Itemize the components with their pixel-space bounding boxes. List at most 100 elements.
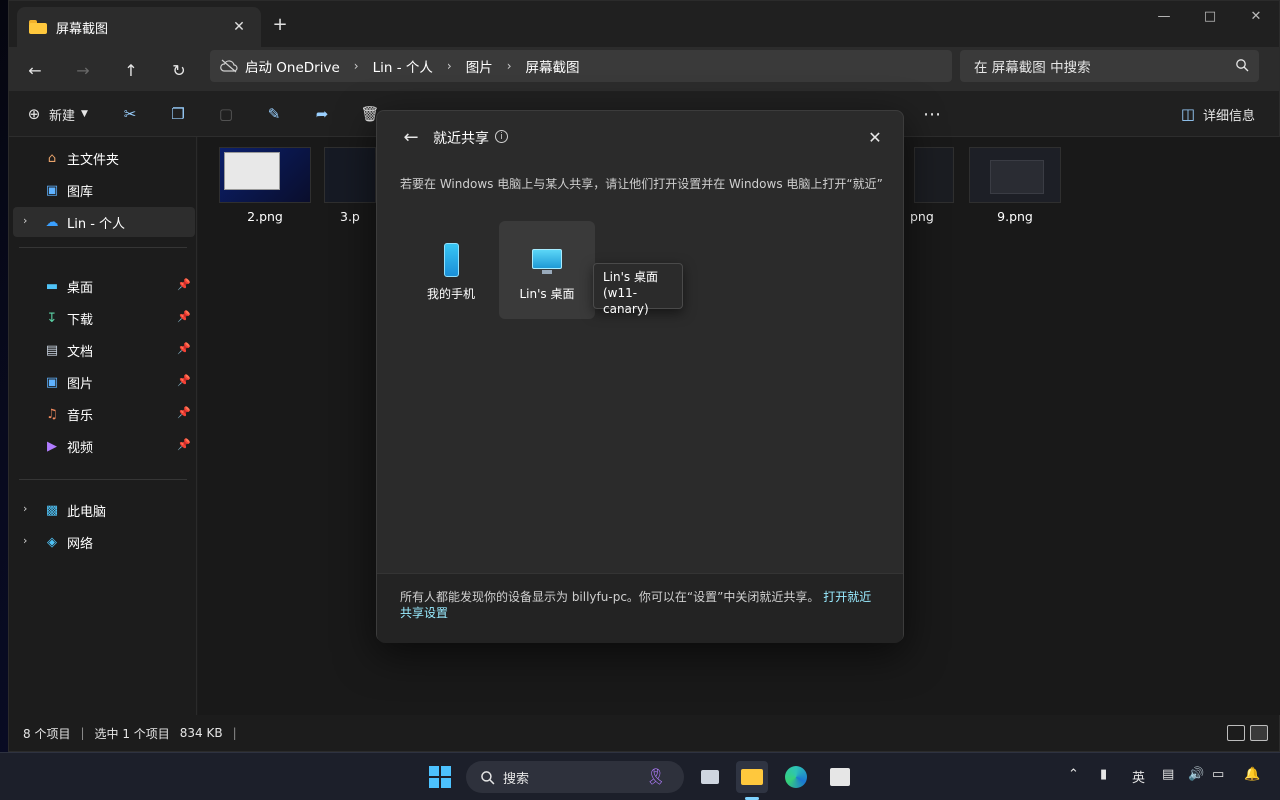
details-view-button[interactable] xyxy=(1227,725,1245,741)
chevron-right-icon[interactable]: › xyxy=(23,502,27,515)
selection-count: 选中 1 个项目 xyxy=(94,726,170,741)
usb-icon[interactable]: ▮ xyxy=(1100,767,1107,782)
refresh-button[interactable]: ↻ xyxy=(163,54,195,86)
sidebar-item-downloads[interactable]: ↧ 下载 📌 xyxy=(13,303,195,333)
up-button[interactable]: ↑ xyxy=(115,54,147,86)
taskbar-search[interactable]: 搜索 🎗 xyxy=(466,761,684,793)
home-icon: ⌂ xyxy=(47,150,57,166)
sidebar-item-label: 此电脑 xyxy=(67,504,107,520)
show-hidden-icons-button[interactable]: ⌃ xyxy=(1068,767,1079,782)
pin-icon[interactable]: 📌 xyxy=(177,278,191,291)
file-name[interactable]: 3.p xyxy=(340,209,380,224)
details-label: 详细信息 xyxy=(1203,108,1256,124)
notification-bell-icon[interactable]: 🔔 xyxy=(1244,767,1260,782)
sidebar-item-onedrive[interactable]: › ☁ Lin - 个人 xyxy=(13,207,195,237)
cloud-offline-icon xyxy=(220,59,238,73)
close-icon[interactable]: ✕ xyxy=(863,125,887,149)
close-tab-icon[interactable]: ✕ xyxy=(229,17,249,37)
breadcrumb-chevron-icon[interactable]: › xyxy=(447,59,452,73)
sidebar-item-label: 视频 xyxy=(67,440,94,456)
breadcrumb-pictures[interactable]: 图片 xyxy=(466,56,493,76)
sidebar-item-pictures[interactable]: ▣ 图片 📌 xyxy=(13,367,195,397)
new-button[interactable]: ⊕ 新建 ▼ xyxy=(25,103,88,125)
status-separator: | xyxy=(232,726,237,740)
file-explorer-taskbar-button[interactable] xyxy=(736,761,768,793)
file-thumbnail[interactable] xyxy=(969,147,1061,203)
pin-icon[interactable]: 📌 xyxy=(177,406,191,419)
breadcrumb-screenshots[interactable]: 屏幕截图 xyxy=(526,56,580,76)
device-my-phone[interactable]: 我的手机 xyxy=(403,221,499,319)
sidebar-item-documents[interactable]: ▤ 文档 📌 xyxy=(13,335,195,365)
start-button[interactable] xyxy=(424,761,456,793)
file-name[interactable]: 9.png xyxy=(969,209,1061,224)
pin-icon[interactable]: 📌 xyxy=(177,374,191,387)
file-thumbnail[interactable] xyxy=(324,147,376,203)
device-lin-desktop[interactable]: Lin's 桌面 xyxy=(499,221,595,319)
file-thumbnail[interactable] xyxy=(914,147,954,203)
search-input[interactable]: 在 屏幕截图 中搜索 xyxy=(960,50,1259,82)
chevron-right-icon[interactable]: › xyxy=(23,534,27,547)
file-thumbnail[interactable] xyxy=(219,147,311,203)
back-arrow-icon[interactable]: ← xyxy=(399,125,423,149)
cut-button[interactable]: ✂ xyxy=(121,103,139,125)
sidebar-item-label: 网络 xyxy=(67,536,94,552)
video-icon: ▶ xyxy=(47,438,57,454)
sidebar-item-label: 文档 xyxy=(67,344,94,360)
chevron-right-icon[interactable]: › xyxy=(23,214,27,227)
sidebar-item-label: 桌面 xyxy=(67,280,94,296)
address-bar[interactable]: 启动 OneDrive › Lin - 个人 › 图片 › 屏幕截图 xyxy=(210,50,952,82)
breadcrumb-chevron-icon[interactable]: › xyxy=(507,59,512,73)
tab-screenshots[interactable]: 屏幕截图 ✕ xyxy=(17,7,261,47)
chevron-down-icon: ▼ xyxy=(81,109,88,119)
device-tooltip: Lin's 桌面 (w11-canary) xyxy=(593,263,683,316)
file-name[interactable]: 2.png xyxy=(219,209,311,224)
pin-icon[interactable]: 📌 xyxy=(177,342,191,355)
sidebar-item-label: 下载 xyxy=(67,312,94,328)
close-window-button[interactable]: ✕ xyxy=(1233,1,1279,31)
share-button[interactable]: ➦ xyxy=(313,103,331,125)
gallery-icon: ▣ xyxy=(45,182,59,198)
sidebar-item-gallery[interactable]: ▣ 图库 xyxy=(13,175,195,205)
details-button[interactable]: ◫ 详细信息 xyxy=(1179,103,1255,125)
sidebar-item-this-pc[interactable]: › ▩ 此电脑 xyxy=(13,495,195,525)
sidebar-item-desktop[interactable]: ▬ 桌面 📌 xyxy=(13,271,195,301)
task-view-button[interactable] xyxy=(694,761,726,793)
info-icon[interactable]: i xyxy=(495,130,508,143)
copy-button[interactable]: ❐ xyxy=(169,103,187,125)
volume-icon[interactable]: 🔊 xyxy=(1188,767,1204,782)
sidebar-item-videos[interactable]: ▶ 视频 📌 xyxy=(13,431,195,461)
input-method[interactable]: 英 xyxy=(1132,767,1145,786)
title-bar: 屏幕截图 ✕ + — □ ✕ xyxy=(9,1,1279,47)
forward-button[interactable]: → xyxy=(67,54,99,86)
tab-title: 屏幕截图 xyxy=(56,21,109,37)
large-icons-view-button[interactable] xyxy=(1250,725,1268,741)
music-icon: ♫ xyxy=(46,406,58,422)
breadcrumb-onedrive[interactable]: 启动 OneDrive xyxy=(245,56,340,76)
minimize-button[interactable]: — xyxy=(1141,1,1187,31)
network-icon[interactable]: ▤ xyxy=(1162,767,1174,782)
sidebar-item-home[interactable]: ⌂ 主文件夹 xyxy=(13,143,195,173)
store-button[interactable] xyxy=(824,761,856,793)
more-button[interactable]: ⋯ xyxy=(923,103,941,125)
paste-button[interactable]: ▢ xyxy=(217,103,235,125)
store-icon xyxy=(830,768,850,786)
back-button[interactable]: ← xyxy=(19,54,51,86)
pin-icon[interactable]: 📌 xyxy=(177,310,191,323)
monitor-stand xyxy=(542,270,552,274)
pin-icon[interactable]: 📌 xyxy=(177,438,191,451)
sidebar-item-music[interactable]: ♫ 音乐 📌 xyxy=(13,399,195,429)
maximize-button[interactable]: □ xyxy=(1187,1,1233,31)
more-icon: ⋯ xyxy=(923,103,941,125)
edge-button[interactable] xyxy=(780,761,812,793)
breadcrumb-lin[interactable]: Lin - 个人 xyxy=(373,56,433,76)
rename-button[interactable]: ✎ xyxy=(265,103,283,125)
battery-icon[interactable]: ▭ xyxy=(1212,767,1224,782)
scissors-icon: ✂ xyxy=(123,105,137,123)
new-tab-button[interactable]: + xyxy=(269,13,291,35)
file-name[interactable]: png xyxy=(910,209,950,224)
navigation-pane: ⌂ 主文件夹 ▣ 图库 › ☁ Lin - 个人 ▬ 桌面 📌 ↧ 下载 📌 ▤… xyxy=(9,137,197,715)
sidebar-item-network[interactable]: › ◈ 网络 xyxy=(13,527,195,557)
dialog-hint: 若要在 Windows 电脑上与某人共享，请让他们打开设置并在 Windows … xyxy=(400,177,883,191)
breadcrumb-chevron-icon[interactable]: › xyxy=(354,59,359,73)
dialog-title: 就近共享 xyxy=(433,131,489,147)
